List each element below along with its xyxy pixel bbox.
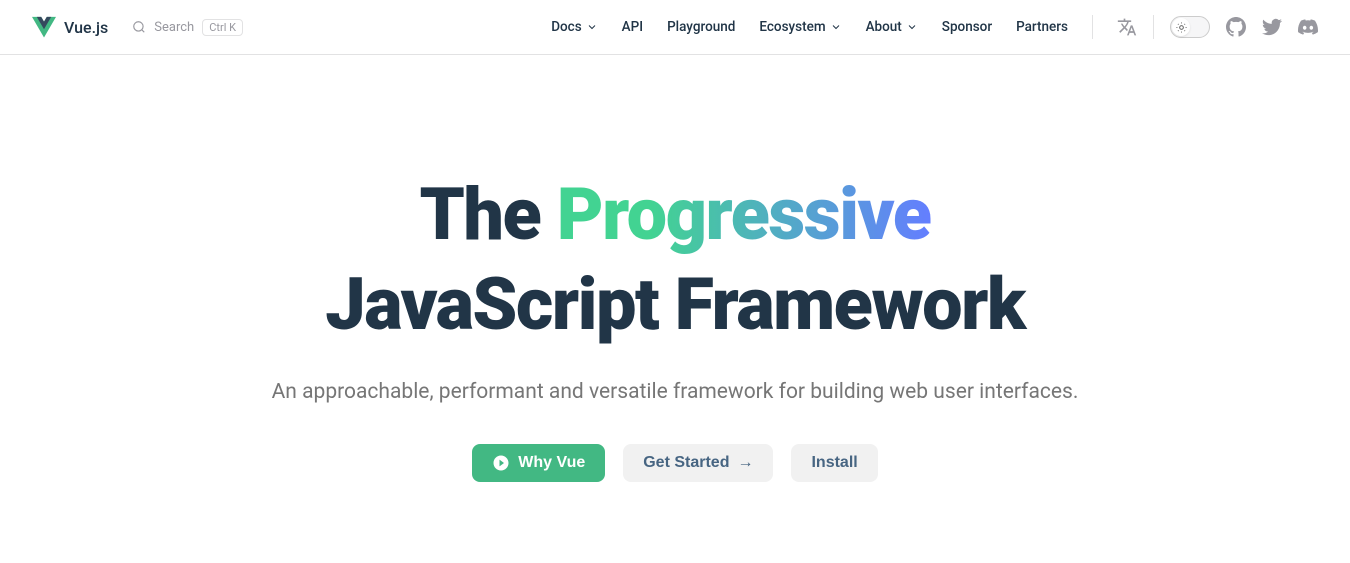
theme-toggle-knob (1172, 18, 1190, 36)
nav-sponsor[interactable]: Sponsor (942, 19, 992, 35)
why-vue-label: Why Vue (518, 454, 585, 472)
vue-logo-icon (32, 15, 56, 39)
get-started-button[interactable]: Get Started → (623, 444, 773, 482)
divider (1092, 15, 1093, 39)
play-circle-icon (492, 454, 510, 472)
chevron-down-icon (586, 21, 598, 33)
navbar: Vue.js Search Ctrl K Docs API Playground… (0, 0, 1350, 55)
hero-title-prefix: The (419, 172, 540, 257)
github-icon[interactable] (1226, 17, 1246, 37)
nav-about[interactable]: About (866, 19, 918, 35)
nav-docs-label: Docs (551, 19, 581, 35)
translate-icon[interactable] (1117, 17, 1137, 37)
nav-about-label: About (866, 19, 902, 35)
nav-docs[interactable]: Docs (551, 19, 597, 35)
nav-playground[interactable]: Playground (667, 19, 735, 35)
hero-section: The Progressive JavaScript Framework An … (0, 55, 1350, 482)
get-started-label: Get Started (643, 454, 729, 472)
sun-icon (1176, 22, 1187, 33)
search-placeholder: Search (154, 20, 194, 35)
hero-title-highlight: Progressive (557, 172, 931, 257)
nav-partners[interactable]: Partners (1016, 19, 1068, 35)
discord-icon[interactable] (1298, 17, 1318, 37)
nav-api[interactable]: API (622, 19, 643, 35)
search-box[interactable]: Search Ctrl K (132, 19, 243, 36)
nav-api-label: API (622, 19, 643, 35)
navbar-left: Vue.js Search Ctrl K (32, 15, 243, 39)
hero-title: The Progressive JavaScript Framework (0, 170, 1350, 350)
navbar-right: Docs API Playground Ecosystem About Spon… (551, 15, 1318, 39)
logo-link[interactable]: Vue.js (32, 15, 108, 39)
icon-group (1117, 15, 1318, 39)
install-button[interactable]: Install (791, 444, 877, 482)
search-shortcut: Ctrl K (202, 19, 243, 36)
theme-toggle[interactable] (1170, 16, 1210, 38)
hero-title-line2: JavaScript Framework (325, 262, 1025, 347)
why-vue-button[interactable]: Why Vue (472, 444, 605, 482)
twitter-icon[interactable] (1262, 17, 1282, 37)
install-label: Install (811, 454, 857, 472)
logo-text: Vue.js (64, 18, 108, 37)
nav-playground-label: Playground (667, 19, 735, 35)
nav-partners-label: Partners (1016, 19, 1068, 35)
chevron-down-icon (906, 21, 918, 33)
nav-ecosystem[interactable]: Ecosystem (759, 19, 841, 35)
nav-sponsor-label: Sponsor (942, 19, 992, 35)
arrow-right-icon: → (737, 454, 753, 472)
search-icon (132, 20, 146, 34)
chevron-down-icon (830, 21, 842, 33)
hero-subtitle: An approachable, performant and versatil… (0, 380, 1350, 404)
nav-ecosystem-label: Ecosystem (759, 19, 825, 35)
hero-buttons: Why Vue Get Started → Install (0, 444, 1350, 482)
divider (1153, 15, 1154, 39)
